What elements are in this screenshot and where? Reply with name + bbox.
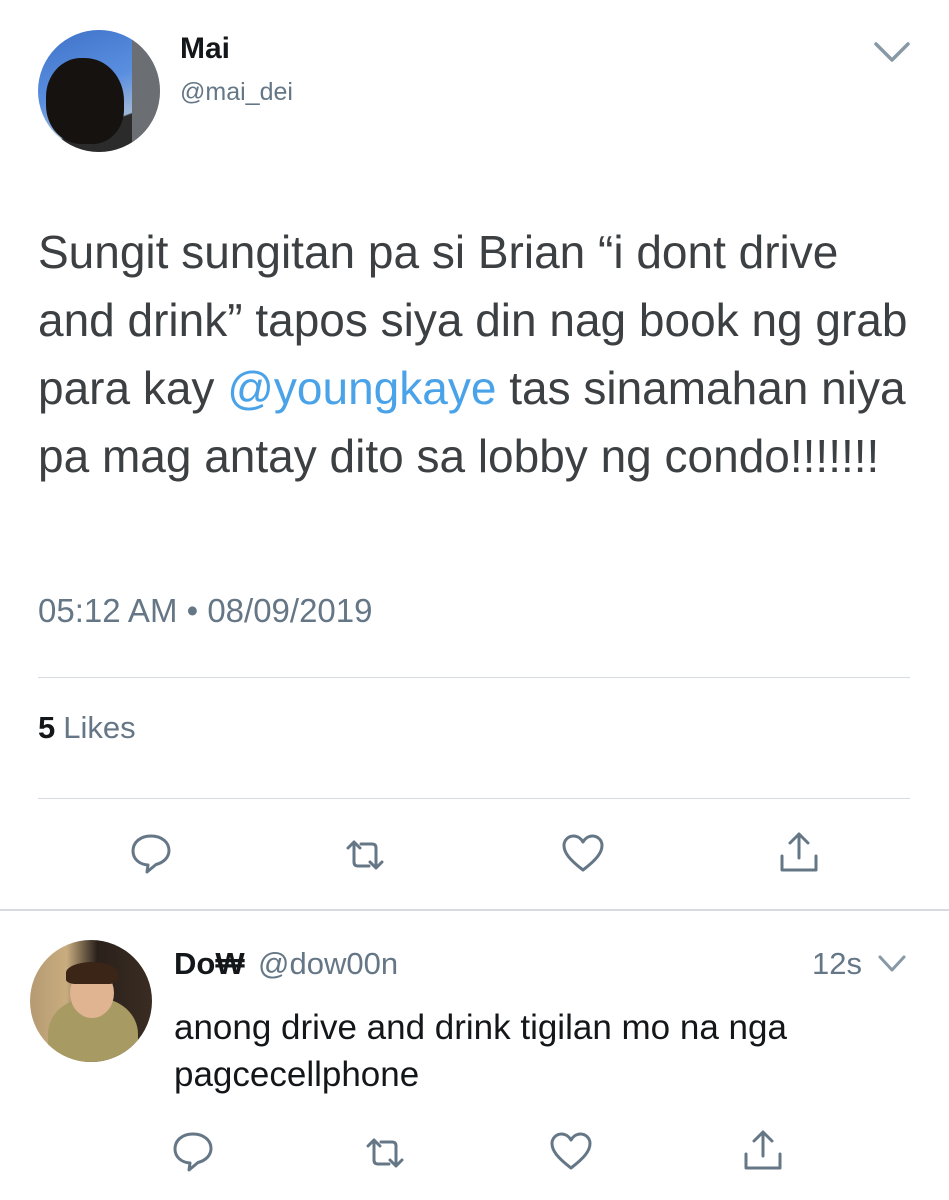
avatar-figure	[46, 58, 124, 144]
reply-time: 12s	[812, 946, 862, 981]
author-name[interactable]: Mai	[180, 32, 230, 66]
retweet-icon[interactable]	[362, 1130, 408, 1176]
tweet-timestamp: 05:12 AM • 08/09/2019	[38, 592, 373, 629]
share-icon[interactable]	[740, 1126, 786, 1172]
chevron-down-icon[interactable]	[872, 38, 912, 66]
mention-link[interactable]: @youngkaye	[227, 362, 496, 414]
reply-icon[interactable]	[170, 1128, 216, 1174]
avatar-background	[132, 30, 160, 152]
section-divider	[0, 909, 949, 911]
reply-author-name[interactable]: Do₩	[174, 946, 245, 982]
avatar-hair	[66, 962, 118, 984]
like-icon[interactable]	[548, 1128, 594, 1174]
likes-label: Likes	[63, 710, 136, 745]
like-icon[interactable]	[560, 830, 606, 876]
reply-avatar[interactable]	[30, 940, 152, 1062]
divider	[38, 677, 910, 678]
retweet-icon[interactable]	[342, 832, 388, 878]
divider	[38, 798, 910, 799]
tweet-text: Sungit sungitan pa si Brian “i dont driv…	[38, 218, 918, 490]
chevron-down-icon[interactable]	[876, 952, 908, 976]
author-handle[interactable]: @mai_dei	[180, 78, 293, 107]
likes-count: 5	[38, 710, 56, 745]
reply-icon[interactable]	[128, 830, 174, 876]
author-avatar[interactable]	[38, 30, 160, 152]
likes-link[interactable]: 5 Likes	[38, 710, 136, 746]
reply-text: anong drive and drink tigilan mo na nga …	[174, 1008, 787, 1094]
reply-author-handle[interactable]: @dow00n	[258, 946, 398, 982]
share-icon[interactable]	[776, 828, 822, 874]
